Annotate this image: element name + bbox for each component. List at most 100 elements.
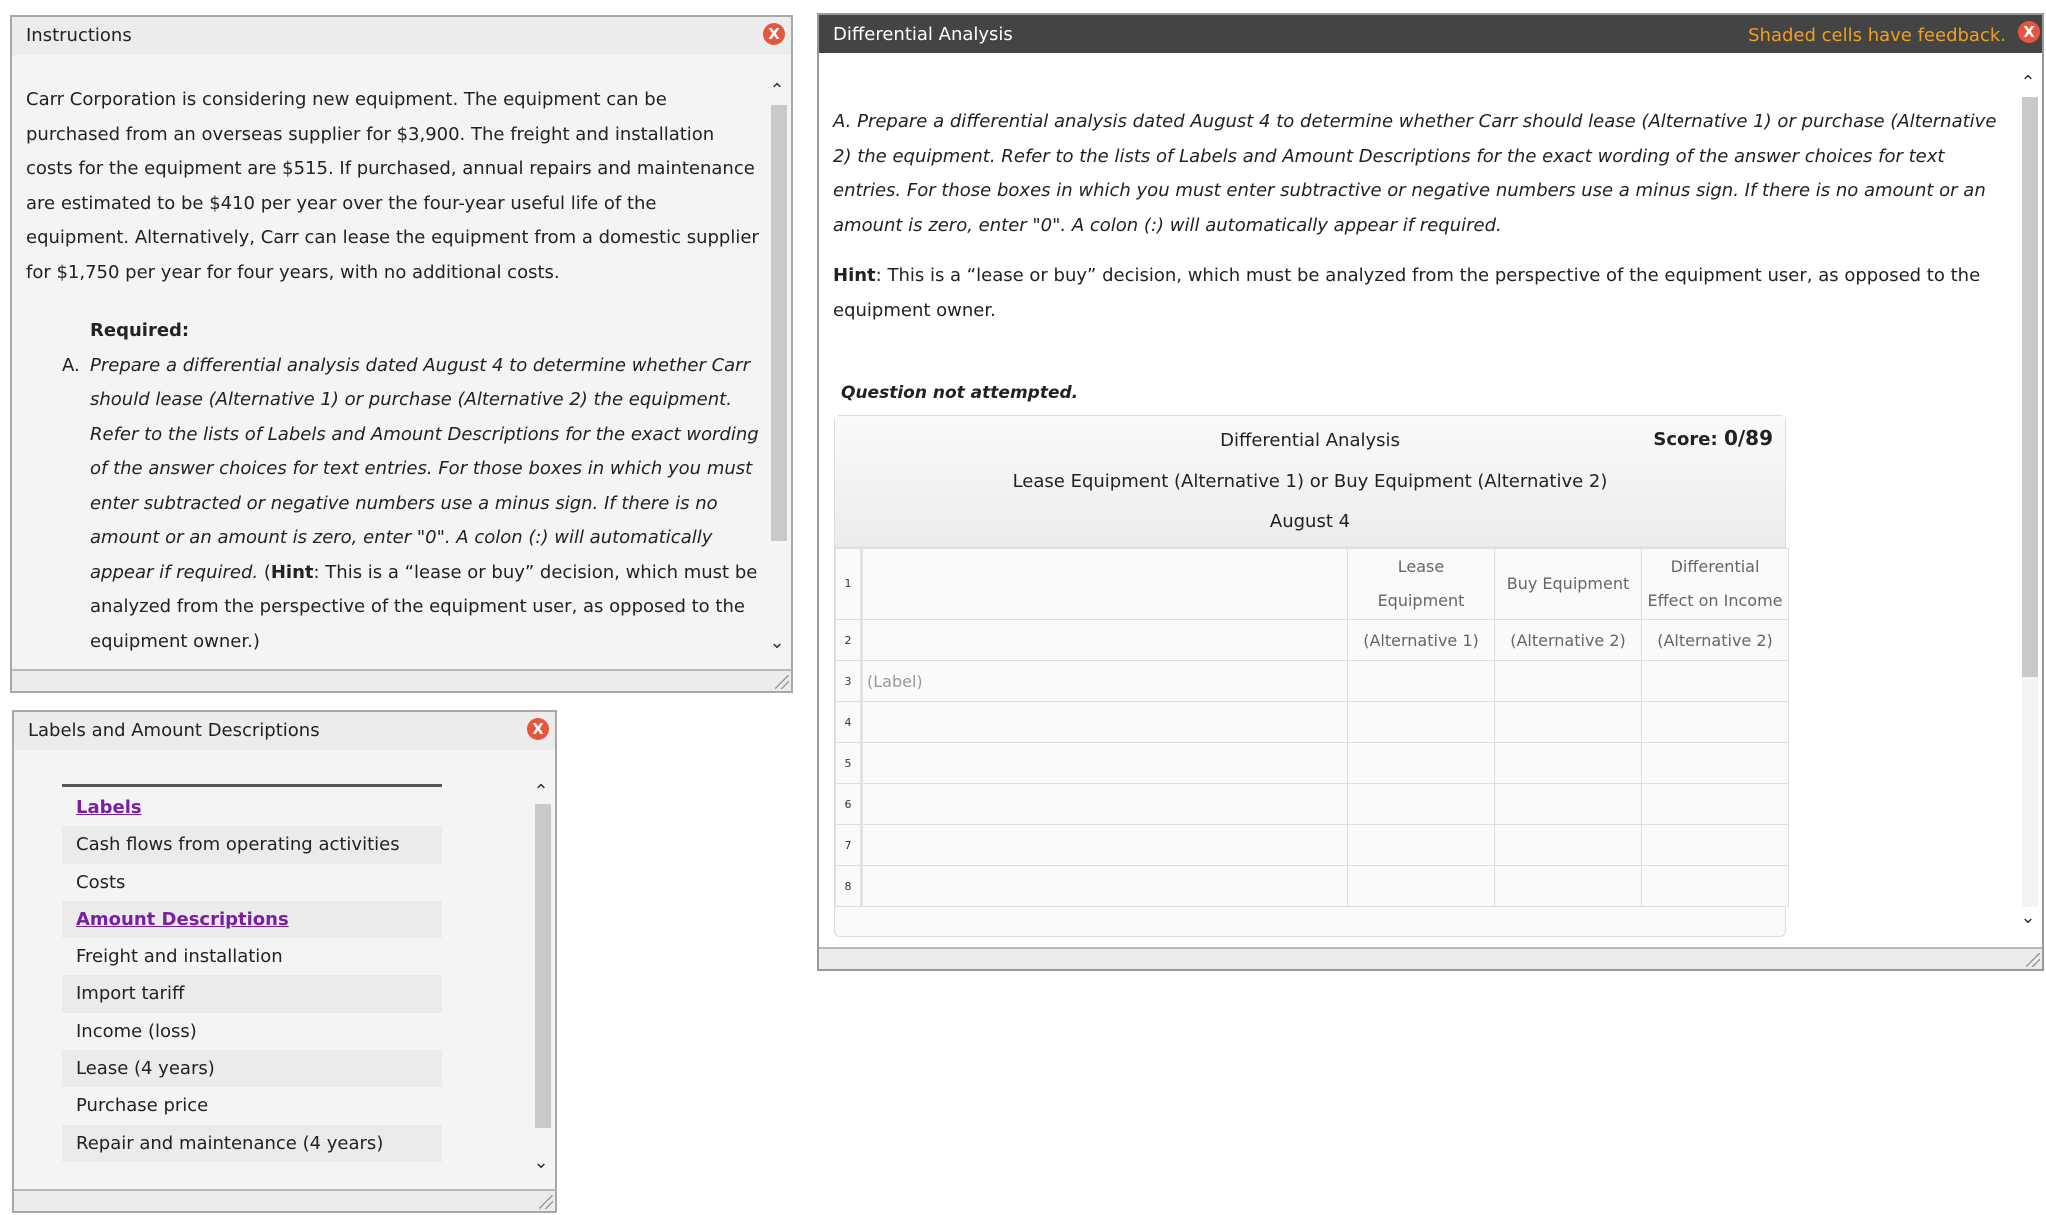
scroll-up-icon[interactable]: ⌃ [2020, 74, 2036, 92]
table-row: 7 [835, 824, 1789, 866]
amount-input[interactable] [1641, 742, 1789, 784]
requirement-a: A. Prepare a differential analysis dated… [26, 349, 761, 660]
panel-footer [819, 947, 2042, 969]
worksheet-header: Differential Analysis Lease Equipment (A… [835, 416, 1785, 548]
score: Score: 0/89 [1653, 426, 1773, 450]
amount-input[interactable] [1641, 660, 1789, 702]
instructions-panel: Instructions X Carr Corporation is consi… [10, 15, 793, 693]
alt-header-cell: (Alternative 1) [1347, 619, 1495, 661]
amount-input[interactable] [1347, 865, 1495, 907]
scroll-down-icon[interactable]: ⌄ [533, 1154, 549, 1172]
label-cell[interactable] [861, 619, 1348, 661]
close-icon[interactable]: X [763, 23, 785, 45]
label-input[interactable]: (Label) [861, 660, 1348, 702]
labels-panel: Labels and Amount Descriptions X Labels … [12, 710, 557, 1213]
row-number: 5 [835, 742, 863, 784]
amount-input[interactable] [1347, 660, 1495, 702]
scroll-down-icon[interactable]: ⌄ [769, 634, 785, 652]
score-value: 0/89 [1723, 426, 1773, 450]
instructions-title: Instructions [12, 17, 791, 55]
scrollbar[interactable] [535, 804, 551, 1154]
panel-footer [14, 1189, 555, 1211]
scrollbar-thumb[interactable] [535, 804, 551, 1128]
close-icon[interactable]: X [2018, 21, 2040, 43]
list-item: Income (loss) [76, 1020, 197, 1042]
list-item: Cash flows from operating activities [62, 826, 442, 864]
resize-grip-icon[interactable] [2026, 953, 2040, 967]
amount-input[interactable] [1494, 865, 1642, 907]
row-number: 3 [835, 660, 863, 702]
hint-text: : This is a “lease or buy” decision, whi… [833, 265, 1981, 321]
requirement-letter: A. [62, 354, 80, 376]
list-item: Purchase price [76, 1095, 209, 1117]
header-line: Buy Equipment [1506, 574, 1630, 593]
scrollbar-thumb[interactable] [771, 105, 787, 541]
divider [62, 784, 442, 787]
label-input[interactable] [861, 783, 1348, 825]
diff-instructions: A. Prepare a differential analysis dated… [833, 105, 2003, 328]
header-line: Differential [1670, 557, 1760, 576]
scrollbar[interactable] [771, 105, 787, 625]
amount-input[interactable] [1494, 701, 1642, 743]
label-cell[interactable] [861, 548, 1348, 620]
score-label: Score: [1653, 429, 1718, 450]
amount-input[interactable] [1641, 865, 1789, 907]
column-header-buy: Buy Equipment [1494, 548, 1642, 620]
worksheet-grid: 1 Lease Equipment Buy Equipment Different… [835, 548, 1789, 907]
alt-header-cell: (Alternative 2) [1494, 619, 1642, 661]
amount-input[interactable] [1641, 701, 1789, 743]
column-header-lease: Lease Equipment [1347, 548, 1495, 620]
amount-input[interactable] [1494, 824, 1642, 866]
list-item: Lease (4 years) [62, 1050, 442, 1088]
amount-input[interactable] [1347, 742, 1495, 784]
amount-input[interactable] [1494, 742, 1642, 784]
column-header-differential: Differential Effect on Income [1641, 548, 1789, 620]
amount-input[interactable] [1347, 824, 1495, 866]
worksheet-subtitle: Lease Equipment (Alternative 1) or Buy E… [1012, 471, 1608, 492]
hint-label: Hint [833, 265, 876, 286]
amount-input[interactable] [1641, 783, 1789, 825]
amount-descriptions-heading-link[interactable]: Amount Descriptions [62, 900, 442, 939]
header-line: Effect on Income [1647, 591, 1783, 610]
scroll-up-icon[interactable]: ⌃ [769, 82, 785, 100]
panel-footer [12, 669, 791, 691]
amount-input[interactable] [1494, 660, 1642, 702]
table-row: 1 Lease Equipment Buy Equipment Different… [835, 548, 1789, 620]
label-input[interactable] [861, 742, 1348, 784]
hint-open: ( [258, 561, 271, 583]
scroll-up-icon[interactable]: ⌃ [533, 783, 549, 801]
label-input[interactable] [861, 824, 1348, 866]
row-number: 4 [835, 701, 863, 743]
header-line: Equipment [1377, 591, 1465, 610]
row-number: 7 [835, 824, 863, 866]
amount-input[interactable] [1494, 783, 1642, 825]
worksheet-date: August 4 [1269, 511, 1351, 532]
close-icon[interactable]: X [527, 718, 549, 740]
label-input[interactable] [861, 865, 1348, 907]
amount-input[interactable] [1347, 783, 1495, 825]
diff-hint: Hint: This is a “lease or buy” decision,… [833, 259, 2003, 328]
scrollbar-thumb[interactable] [2022, 97, 2038, 677]
resize-grip-icon[interactable] [775, 675, 789, 689]
list-item: Import tariff [62, 975, 442, 1013]
diff-instruction-text: A. Prepare a differential analysis dated… [833, 111, 1997, 236]
worksheet-title: Differential Analysis [1220, 430, 1400, 451]
table-row: 6 [835, 783, 1789, 825]
analysis-worksheet: Differential Analysis Lease Equipment (A… [834, 415, 1789, 937]
required-heading: Required: [90, 320, 190, 341]
labels-title: Labels and Amount Descriptions [14, 712, 555, 750]
alt-header-cell: (Alternative 2) [1641, 619, 1789, 661]
hint-label: Hint [270, 561, 314, 583]
resize-grip-icon[interactable] [539, 1195, 553, 1209]
row-number: 8 [835, 865, 863, 907]
scroll-down-icon[interactable]: ⌄ [2020, 909, 2036, 927]
problem-paragraph: Carr Corporation is considering new equi… [26, 89, 759, 283]
differential-analysis-panel: Differential Analysis Shaded cells have … [817, 13, 2044, 971]
list-item: Repair and maintenance (4 years) [62, 1124, 442, 1162]
amount-input[interactable] [1641, 824, 1789, 866]
amount-input[interactable] [1347, 701, 1495, 743]
row-number: 1 [835, 548, 863, 620]
labels-heading-link[interactable]: Labels [62, 789, 442, 826]
scrollbar[interactable] [2022, 97, 2038, 907]
label-input[interactable] [861, 701, 1348, 743]
